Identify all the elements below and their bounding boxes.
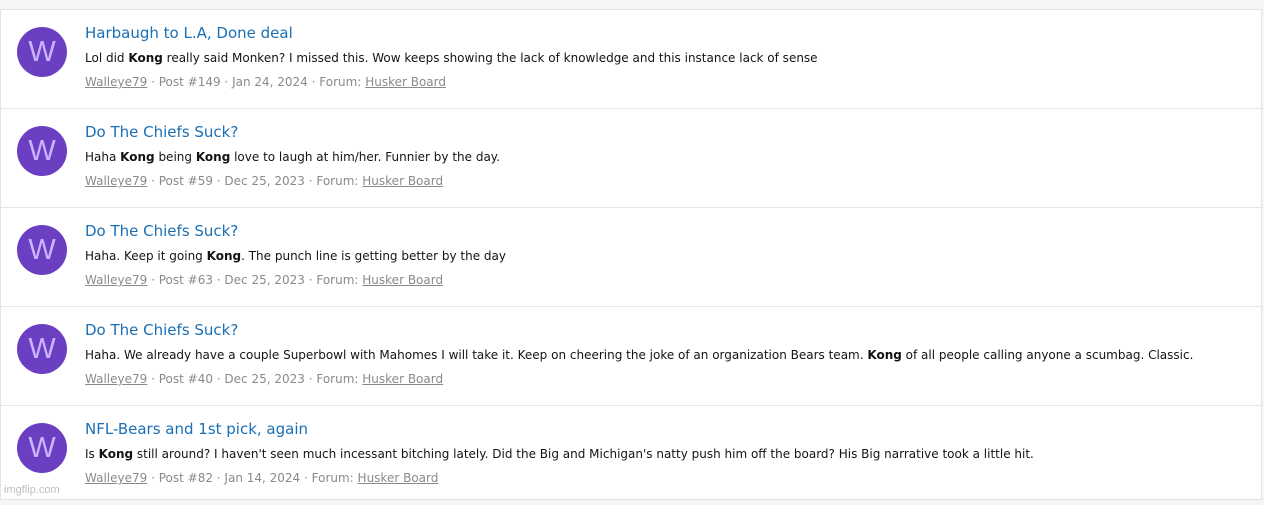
user-avatar[interactable]: W bbox=[17, 27, 67, 77]
snippet-text: Haha. Keep it going bbox=[85, 249, 207, 263]
avatar-letter: W bbox=[28, 332, 56, 365]
meta-separator: · bbox=[212, 174, 225, 188]
meta-separator: · bbox=[304, 372, 317, 386]
meta-separator: · bbox=[304, 273, 317, 287]
post-number: Post #40 bbox=[158, 372, 213, 386]
post-snippet: Haha. Keep it going Kong. The punch line… bbox=[85, 249, 506, 263]
forum-label: Forum: bbox=[316, 174, 359, 188]
author-link[interactable]: Walleye79 bbox=[85, 174, 147, 188]
imgflip-watermark: imgflip.com bbox=[4, 484, 60, 496]
author-link[interactable]: Walleye79 bbox=[85, 75, 147, 89]
forum-link[interactable]: Husker Board bbox=[362, 372, 443, 386]
snippet-text: . The punch line is getting better by th… bbox=[241, 249, 507, 263]
meta-separator: · bbox=[212, 372, 225, 386]
forum-link[interactable]: Husker Board bbox=[358, 471, 439, 485]
snippet-text: Haha bbox=[85, 150, 121, 164]
snippet-text: really said Monken? I missed this. Wow k… bbox=[162, 51, 818, 65]
highlighted-keyword: Kong bbox=[128, 51, 163, 65]
meta-separator: · bbox=[147, 174, 159, 188]
post-meta: Walleye79 · Post #149 · Jan 24, 2024 · F… bbox=[85, 75, 446, 89]
avatar-letter: W bbox=[28, 35, 56, 68]
search-result-item: W Do The Chiefs Suck? Haha. Keep it goin… bbox=[1, 208, 1263, 307]
highlighted-keyword: Kong bbox=[206, 249, 242, 263]
post-meta: Walleye79 · Post #40 · Dec 25, 2023 · Fo… bbox=[85, 372, 443, 386]
avatar-letter: W bbox=[28, 134, 56, 167]
meta-separator: · bbox=[300, 471, 312, 485]
post-number: Post #63 bbox=[158, 273, 213, 287]
forum-label: Forum: bbox=[319, 75, 362, 89]
post-snippet: Haha Kong being Kong love to laugh at hi… bbox=[85, 150, 500, 164]
author-link[interactable]: Walleye79 bbox=[85, 273, 147, 287]
meta-separator: · bbox=[220, 75, 233, 89]
thread-title-link[interactable]: Harbaugh to L.A, Done deal bbox=[85, 24, 293, 42]
post-date: Jan 14, 2024 bbox=[224, 471, 301, 485]
snippet-text: still around? I haven't seen much incess… bbox=[133, 447, 1034, 461]
snippet-text: Haha. We already have a couple Superbowl… bbox=[85, 348, 868, 362]
meta-separator: · bbox=[147, 75, 159, 89]
highlighted-keyword: Kong bbox=[867, 348, 902, 362]
forum-link[interactable]: Husker Board bbox=[362, 174, 443, 188]
thread-title-link[interactable]: Do The Chiefs Suck? bbox=[85, 123, 238, 141]
search-result-item: W NFL-Bears and 1st pick, again Is Kong … bbox=[1, 406, 1263, 505]
post-meta: Walleye79 · Post #63 · Dec 25, 2023 · Fo… bbox=[85, 273, 443, 287]
forum-link[interactable]: Husker Board bbox=[365, 75, 446, 89]
forum-label: Forum: bbox=[316, 273, 359, 287]
user-avatar[interactable]: W bbox=[17, 225, 67, 275]
user-avatar[interactable]: W bbox=[17, 126, 67, 176]
post-date: Dec 25, 2023 bbox=[224, 174, 305, 188]
meta-separator: · bbox=[212, 471, 225, 485]
meta-separator: · bbox=[307, 75, 320, 89]
meta-separator: · bbox=[304, 174, 317, 188]
highlighted-keyword: Kong bbox=[98, 447, 134, 461]
snippet-text: love to laugh at him/her. Funnier by the… bbox=[230, 150, 500, 164]
thread-title-link[interactable]: NFL-Bears and 1st pick, again bbox=[85, 420, 308, 438]
meta-separator: · bbox=[147, 471, 159, 485]
search-results-list: W Harbaugh to L.A, Done deal Lol did Kon… bbox=[0, 9, 1263, 500]
post-number: Post #59 bbox=[158, 174, 213, 188]
post-number: Post #149 bbox=[158, 75, 221, 89]
post-meta: Walleye79 · Post #82 · Jan 14, 2024 · Fo… bbox=[85, 471, 438, 485]
thread-title-link[interactable]: Do The Chiefs Suck? bbox=[85, 321, 238, 339]
post-date: Dec 25, 2023 bbox=[224, 273, 305, 287]
post-snippet: Is Kong still around? I haven't seen muc… bbox=[85, 447, 1034, 461]
search-result-item: W Do The Chiefs Suck? Haha. We already h… bbox=[1, 307, 1263, 406]
highlighted-keyword: Kong bbox=[195, 150, 231, 164]
author-link[interactable]: Walleye79 bbox=[85, 372, 147, 386]
forum-link[interactable]: Husker Board bbox=[362, 273, 443, 287]
page: W Harbaugh to L.A, Done deal Lol did Kon… bbox=[0, 0, 1264, 500]
meta-separator: · bbox=[147, 372, 159, 386]
highlighted-keyword: Kong bbox=[120, 150, 155, 164]
avatar-letter: W bbox=[28, 431, 56, 464]
post-meta: Walleye79 · Post #59 · Dec 25, 2023 · Fo… bbox=[85, 174, 443, 188]
forum-label: Forum: bbox=[311, 471, 354, 485]
post-date: Dec 25, 2023 bbox=[224, 372, 305, 386]
search-result-item: W Harbaugh to L.A, Done deal Lol did Kon… bbox=[1, 10, 1263, 109]
post-number: Post #82 bbox=[158, 471, 213, 485]
snippet-text: Lol did bbox=[85, 51, 129, 65]
post-snippet: Haha. We already have a couple Superbowl… bbox=[85, 348, 1193, 362]
snippet-text: Is bbox=[85, 447, 99, 461]
avatar-letter: W bbox=[28, 233, 56, 266]
meta-separator: · bbox=[147, 273, 159, 287]
snippet-text: being bbox=[154, 150, 196, 164]
forum-label: Forum: bbox=[316, 372, 359, 386]
author-link[interactable]: Walleye79 bbox=[85, 471, 147, 485]
user-avatar[interactable]: W bbox=[17, 324, 67, 374]
thread-title-link[interactable]: Do The Chiefs Suck? bbox=[85, 222, 238, 240]
user-avatar[interactable]: W bbox=[17, 423, 67, 473]
post-snippet: Lol did Kong really said Monken? I misse… bbox=[85, 51, 818, 65]
snippet-text: of all people calling anyone a scumbag. … bbox=[901, 348, 1194, 362]
post-date: Jan 24, 2024 bbox=[232, 75, 308, 89]
meta-separator: · bbox=[212, 273, 225, 287]
search-result-item: W Do The Chiefs Suck? Haha Kong being Ko… bbox=[1, 109, 1263, 208]
